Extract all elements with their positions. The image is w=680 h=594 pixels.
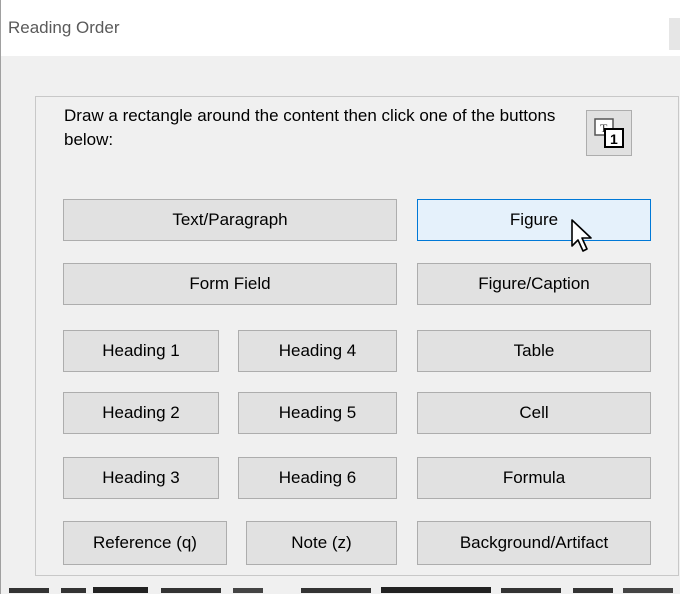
- text-paragraph-button[interactable]: Text/Paragraph: [63, 199, 397, 241]
- heading-1-button[interactable]: Heading 1: [63, 330, 219, 372]
- text-order-icon: T 1: [594, 118, 624, 148]
- background-content-strip: [9, 587, 673, 593]
- heading-2-button[interactable]: Heading 2: [63, 392, 219, 434]
- title-bar[interactable]: Reading Order: [1, 0, 680, 56]
- heading-3-button[interactable]: Heading 3: [63, 457, 219, 499]
- show-order-button[interactable]: T 1: [586, 110, 632, 156]
- heading-6-button[interactable]: Heading 6: [238, 457, 397, 499]
- note-button[interactable]: Note (z): [246, 521, 397, 565]
- figure-caption-button[interactable]: Figure/Caption: [417, 263, 651, 305]
- table-button[interactable]: Table: [417, 330, 651, 372]
- window-title: Reading Order: [8, 18, 120, 37]
- close-button[interactable]: [669, 18, 680, 50]
- reading-order-dialog: Reading Order Draw a rectangle around th…: [0, 0, 680, 594]
- svg-text:1: 1: [610, 131, 618, 147]
- cell-button[interactable]: Cell: [417, 392, 651, 434]
- form-field-button[interactable]: Form Field: [63, 263, 397, 305]
- background-artifact-button[interactable]: Background/Artifact: [417, 521, 651, 565]
- reference-button[interactable]: Reference (q): [63, 521, 227, 565]
- figure-button[interactable]: Figure: [417, 199, 651, 241]
- heading-4-button[interactable]: Heading 4: [238, 330, 397, 372]
- formula-button[interactable]: Formula: [417, 457, 651, 499]
- instruction-text: Draw a rectangle around the content then…: [64, 106, 556, 149]
- mouse-pointer-icon: [571, 219, 592, 252]
- heading-5-button[interactable]: Heading 5: [238, 392, 397, 434]
